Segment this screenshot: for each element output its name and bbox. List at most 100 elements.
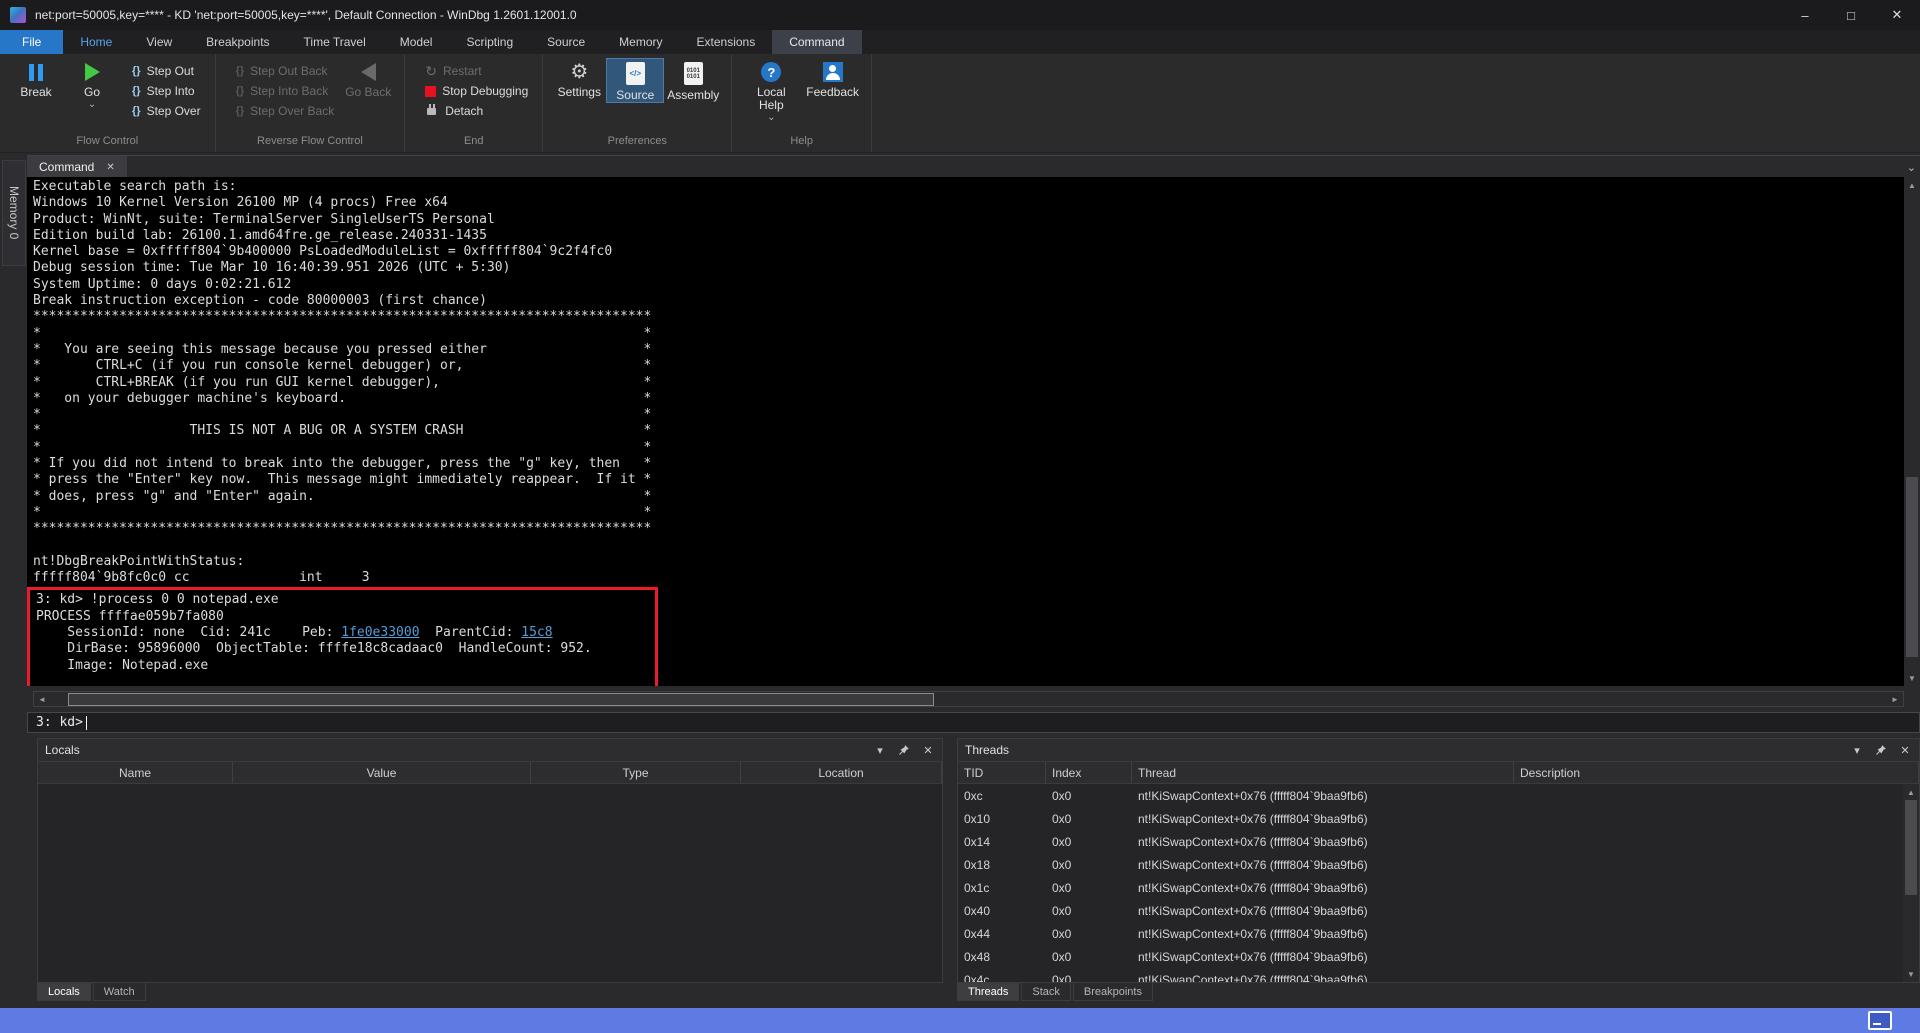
command-output[interactable]: Executable search path is: Windows 10 Ke…: [27, 177, 1904, 686]
source-icon: </>: [626, 62, 645, 85]
step-into-button[interactable]: {} Step Into: [126, 81, 207, 101]
minimize-button[interactable]: –: [1782, 0, 1828, 30]
thread-cell: 0x40: [958, 904, 1046, 918]
locals-panel-body[interactable]: [38, 784, 942, 982]
text-caret: [86, 716, 87, 730]
thread-cell: 0x14: [958, 835, 1046, 849]
scroll-left-icon[interactable]: ◄: [34, 692, 50, 706]
console-line: Kernel base = 0xfffff804`9b400000 PsLoad…: [27, 244, 1904, 260]
threads-column-thread[interactable]: Thread: [1132, 762, 1514, 783]
threads-menu-chevron-icon[interactable]: ▾: [1850, 744, 1864, 757]
detach-button[interactable]: Detach: [419, 101, 534, 121]
menu-tab-breakpoints[interactable]: Breakpoints: [189, 30, 286, 54]
menu-tab-model[interactable]: Model: [383, 30, 450, 54]
threads-close-icon[interactable]: ✕: [1898, 744, 1912, 757]
tab-command[interactable]: Command ✕: [27, 156, 127, 178]
threads-vertical-scrollbar[interactable]: ▲ ▼: [1903, 784, 1919, 982]
threads-panel-title: Threads: [965, 743, 1009, 757]
console-line: * CTRL+C (if you run console kernel debu…: [27, 358, 1904, 374]
threads-column-description[interactable]: Description: [1514, 762, 1919, 783]
step-over-back-button[interactable]: {} Step Over Back: [230, 101, 341, 121]
assembly-button[interactable]: 0101 0101 Assembly: [663, 59, 723, 102]
go-back-button[interactable]: Go Back: [340, 59, 396, 99]
thread-row[interactable]: 0x400x0nt!KiSwapContext+0x76 (fffff804`9…: [958, 899, 1903, 922]
go-button[interactable]: Go ⌄: [64, 59, 120, 109]
thread-cell: nt!KiSwapContext+0x76 (fffff804`9baa9fb6…: [1132, 858, 1514, 872]
console-line: * press the "Enter" key now. This messag…: [27, 472, 1904, 488]
scroll-down-icon[interactable]: ▼: [1904, 670, 1920, 686]
step-out-button[interactable]: {} Step Out: [126, 61, 207, 81]
console-line: Image: Notepad.exe: [30, 658, 655, 674]
console-horizontal-scrollbar[interactable]: ◄ ►: [33, 691, 1904, 707]
bottom-tab-watch[interactable]: Watch: [93, 983, 146, 1001]
source-button[interactable]: </> Source: [607, 59, 663, 102]
menu-tab-memory[interactable]: Memory: [602, 30, 679, 54]
menu-tab-source[interactable]: Source: [530, 30, 602, 54]
hscroll-thumb[interactable]: [68, 693, 933, 706]
threads-pin-icon[interactable]: [1874, 744, 1888, 756]
console-vertical-scrollbar[interactable]: ▲ ▼: [1904, 177, 1920, 686]
menu-tab-home[interactable]: Home: [63, 30, 129, 54]
locals-close-icon[interactable]: ✕: [921, 744, 935, 757]
scroll-up-icon[interactable]: ▲: [1903, 784, 1919, 800]
command-input-row[interactable]: 3: kd>: [27, 712, 1920, 733]
console-scrollbar-thumb[interactable]: [1906, 477, 1918, 657]
bottom-tab-stack[interactable]: Stack: [1021, 983, 1071, 1001]
step-into-back-button[interactable]: {} Step Into Back: [230, 81, 341, 101]
console-line: DirBase: 95896000 ObjectTable: ffffe18c8…: [30, 641, 655, 657]
threads-column-tid[interactable]: TID: [958, 762, 1046, 783]
bottom-tab-threads[interactable]: Threads: [957, 983, 1019, 1001]
thread-row[interactable]: 0x1c0x0nt!KiSwapContext+0x76 (fffff804`9…: [958, 876, 1903, 899]
app-icon: [10, 7, 26, 23]
menu-tab-extensions[interactable]: Extensions: [680, 30, 773, 54]
scroll-down-icon[interactable]: ▼: [1903, 966, 1919, 982]
console-line: * *: [27, 326, 1904, 342]
thread-cell: nt!KiSwapContext+0x76 (fffff804`9baa9fb6…: [1132, 927, 1514, 941]
local-help-button[interactable]: ? Local Help ⌄: [740, 59, 802, 122]
scroll-right-icon[interactable]: ►: [1887, 692, 1903, 706]
dml-link[interactable]: 15c8: [521, 625, 552, 640]
threads-column-index[interactable]: Index: [1046, 762, 1132, 783]
settings-button[interactable]: ⚙ Settings: [551, 59, 607, 99]
dml-link[interactable]: 1fe0e33000: [341, 625, 419, 640]
scroll-up-icon[interactable]: ▲: [1904, 177, 1920, 193]
thread-row[interactable]: 0x4c0x0nt!KiSwapContext+0x76 (fffff804`9…: [958, 968, 1903, 982]
locals-column-location[interactable]: Location: [741, 762, 942, 783]
bottom-tab-locals[interactable]: Locals: [37, 983, 91, 1001]
locals-column-name[interactable]: Name: [38, 762, 233, 783]
close-button[interactable]: ✕: [1874, 0, 1920, 30]
menu-tab-command[interactable]: Command: [772, 30, 861, 54]
local-help-dropdown-chevron[interactable]: ⌄: [767, 114, 775, 122]
step-over-button[interactable]: {} Step Over: [126, 101, 207, 121]
locals-menu-chevron-icon[interactable]: ▾: [873, 744, 887, 757]
menu-tab-time-travel[interactable]: Time Travel: [287, 30, 383, 54]
status-console-icon[interactable]: [1868, 1011, 1892, 1030]
thread-row[interactable]: 0xc0x0nt!KiSwapContext+0x76 (fffff804`9b…: [958, 784, 1903, 807]
menu-tab-file[interactable]: File: [0, 30, 63, 54]
bottom-tab-breakpoints[interactable]: Breakpoints: [1073, 983, 1153, 1001]
thread-row[interactable]: 0x480x0nt!KiSwapContext+0x76 (fffff804`9…: [958, 945, 1903, 968]
feedback-button[interactable]: Feedback: [802, 59, 863, 99]
menu-tab-view[interactable]: View: [129, 30, 189, 54]
stop-debugging-icon: [425, 86, 436, 97]
hscroll-track[interactable]: [50, 692, 1887, 706]
locals-pin-icon[interactable]: [897, 744, 911, 756]
locals-column-value[interactable]: Value: [233, 762, 531, 783]
thread-row[interactable]: 0x140x0nt!KiSwapContext+0x76 (fffff804`9…: [958, 830, 1903, 853]
sidebar-tab-memory-0[interactable]: Memory 0: [2, 160, 26, 266]
thread-row[interactable]: 0x100x0nt!KiSwapContext+0x76 (fffff804`9…: [958, 807, 1903, 830]
menu-tab-scripting[interactable]: Scripting: [449, 30, 530, 54]
command-tab-close-icon[interactable]: ✕: [106, 162, 114, 173]
maximize-button[interactable]: □: [1828, 0, 1874, 30]
stop-debugging-button[interactable]: Stop Debugging: [419, 81, 534, 101]
thread-row[interactable]: 0x180x0nt!KiSwapContext+0x76 (fffff804`9…: [958, 853, 1903, 876]
console-line: * *: [27, 505, 1904, 521]
threads-scrollbar-thumb[interactable]: [1905, 800, 1917, 895]
locals-column-type[interactable]: Type: [531, 762, 741, 783]
window-menu-chevron-icon[interactable]: ⌄: [1907, 161, 1916, 174]
thread-row[interactable]: 0x440x0nt!KiSwapContext+0x76 (fffff804`9…: [958, 922, 1903, 945]
go-dropdown-chevron[interactable]: ⌄: [88, 101, 96, 109]
restart-button[interactable]: ↻ Restart: [419, 61, 534, 81]
step-out-back-button[interactable]: {} Step Out Back: [230, 61, 341, 81]
break-button[interactable]: Break: [8, 59, 64, 99]
